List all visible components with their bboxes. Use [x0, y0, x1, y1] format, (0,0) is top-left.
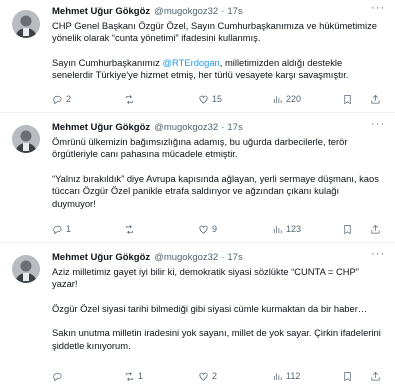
tweet-paragraph: Özgür Özel siyasi tarihi bilmediği gibi … [52, 302, 368, 314]
views-count: 220 [286, 94, 302, 104]
reply-button[interactable]: 1 [52, 224, 71, 235]
share-button[interactable] [370, 371, 381, 382]
share-button[interactable] [370, 94, 381, 105]
tweet-text: Aziz milletimiz gayet iyi bilir ki, demo… [52, 266, 381, 352]
views-button[interactable]: 123 [272, 224, 301, 235]
separator-dot: · [221, 121, 225, 133]
like-button[interactable]: 15 [198, 94, 222, 105]
views-icon [273, 95, 282, 103]
more-options-icon[interactable]: ··· [371, 2, 385, 14]
retweet-icon [125, 371, 134, 381]
retweet-icon [125, 94, 134, 104]
tweet-paragraph: “Yalnız bırakıldık” diye Avrupa kapısınd… [52, 172, 379, 209]
views-button[interactable]: 220 [272, 94, 301, 105]
separator-dot: · [221, 5, 225, 17]
author-handle[interactable]: @mugokgoz32 [154, 6, 218, 17]
author-handle[interactable]: @mugokgoz32 [154, 252, 218, 263]
heart-icon [199, 372, 208, 381]
retweet-icon [125, 224, 134, 234]
timestamp[interactable]: 17s [227, 6, 242, 17]
like-button[interactable]: 9 [198, 224, 217, 235]
avatar[interactable] [12, 10, 40, 38]
bookmark-button[interactable] [342, 224, 353, 235]
reply-button[interactable]: 2 [52, 94, 71, 105]
views-icon [273, 225, 282, 233]
action-bar: 2 15 220 [52, 92, 382, 106]
heart-icon [199, 225, 208, 234]
views-icon [273, 372, 282, 380]
action-bar: 1 9 123 [52, 222, 382, 236]
reply-icon [53, 372, 62, 381]
heart-icon [199, 95, 208, 104]
tweet-paragraph: Sakın unutma milletin iradesini yok saya… [52, 327, 381, 351]
reply-icon [53, 225, 62, 234]
avatar[interactable] [12, 255, 40, 283]
reply-count: 1 [66, 224, 72, 234]
share-button[interactable] [370, 224, 381, 235]
reply-button[interactable] [52, 371, 66, 382]
like-count: 9 [212, 224, 218, 234]
tweet-paragraph: CHP Genel Başkanı Özgür Özel, Sayın Cumh… [52, 20, 377, 44]
bookmark-icon [344, 224, 351, 234]
author-name[interactable]: Mehmet Uğur Gökgöz [52, 6, 150, 17]
tweet-header: Mehmet Uğur Gökgöz @mugokgoz32 · 17s [52, 250, 387, 264]
tweet-2[interactable]: Mehmet Uğur Gökgöz @mugokgoz32 · 17s ···… [0, 113, 395, 243]
author-handle[interactable]: @mugokgoz32 [154, 122, 218, 133]
retweet-button[interactable] [124, 224, 138, 235]
share-icon [371, 224, 380, 234]
mention-link[interactable]: @RTErdogan [162, 57, 219, 68]
like-count: 15 [212, 94, 223, 104]
tweet-paragraph: Ömrünü ülkemizin bağımsızlığına adamış, … [52, 136, 348, 160]
views-button[interactable]: 112 [272, 371, 300, 382]
separator-dot: · [221, 251, 225, 263]
views-count: 123 [286, 224, 302, 234]
tweet-1[interactable]: Mehmet Uğur Gökgöz @mugokgoz32 · 17s ···… [0, 0, 395, 113]
tweet-paragraph: Sayın Cumhurbaşkanımız @RTErdogan, mille… [52, 57, 381, 82]
bookmark-icon [344, 94, 351, 104]
text-segment: Sayın Cumhurbaşkanımız [52, 56, 163, 68]
more-options-icon[interactable]: ··· [371, 248, 385, 260]
avatar[interactable] [12, 125, 40, 153]
bookmark-button[interactable] [342, 94, 353, 105]
views-count: 112 [286, 371, 301, 381]
tweet-paragraph: Aziz milletimiz gayet iyi bilir ki, demo… [52, 266, 359, 290]
tweet-text: Ömrünü ülkemizin bağımsızlığına adamış, … [52, 136, 381, 210]
retweet-button[interactable]: 1 [124, 371, 143, 382]
bookmark-button[interactable] [342, 371, 353, 382]
tweet-text: CHP Genel Başkanı Özgür Özel, Sayın Cumh… [52, 20, 381, 82]
bookmark-icon [344, 371, 351, 381]
share-icon [371, 94, 380, 104]
like-count: 2 [212, 371, 218, 381]
timestamp[interactable]: 17s [227, 122, 242, 133]
author-name[interactable]: Mehmet Uğur Gökgöz [52, 122, 150, 133]
tweet-header: Mehmet Uğur Gökgöz @mugokgoz32 · 17s [52, 120, 387, 134]
retweet-count: 1 [138, 371, 144, 381]
tweet-3[interactable]: Mehmet Uğur Gökgöz @mugokgoz32 · 17s ···… [0, 243, 395, 392]
action-bar: 1 2 112 [52, 369, 382, 383]
reply-count: 2 [66, 94, 72, 104]
tweet-header: Mehmet Uğur Gökgöz @mugokgoz32 · 17s [52, 4, 387, 18]
more-options-icon[interactable]: ··· [371, 118, 385, 130]
timestamp[interactable]: 17s [227, 252, 242, 263]
reply-icon [53, 95, 62, 104]
retweet-button[interactable] [124, 94, 138, 105]
share-icon [371, 371, 380, 381]
author-name[interactable]: Mehmet Uğur Gökgöz [52, 252, 150, 263]
like-button[interactable]: 2 [198, 371, 217, 382]
